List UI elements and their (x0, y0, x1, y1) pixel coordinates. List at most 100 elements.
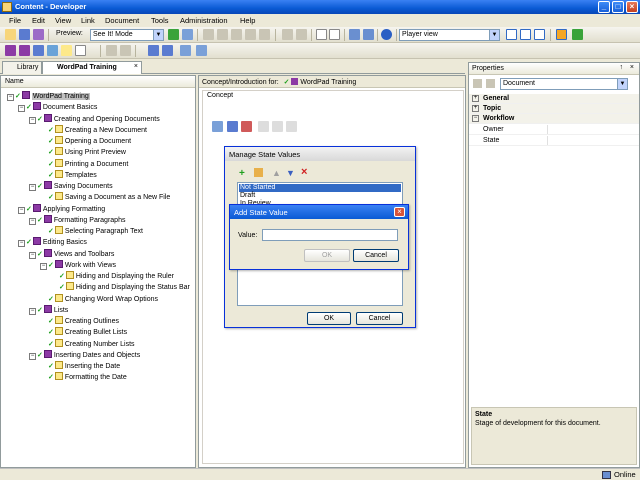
tree-node[interactable]: − ✓ Work with Views (40, 259, 116, 271)
unlink-icon[interactable] (196, 45, 207, 56)
cancel-button[interactable]: Cancel (356, 312, 403, 325)
categorized-icon[interactable] (473, 79, 482, 88)
tree-node[interactable]: ✓ Changing Word Wrap Options (40, 293, 158, 305)
tree-node[interactable]: − ✓ Views and Toolbars (29, 248, 114, 260)
layout-1-icon[interactable] (506, 29, 517, 40)
tree-node[interactable]: − ✓ Lists (29, 304, 68, 316)
tree-node[interactable]: ✓ Hiding and Displaying the Ruler (51, 271, 174, 282)
indent-icon[interactable] (120, 45, 131, 56)
menu-file[interactable]: File (9, 16, 21, 25)
edit-icon[interactable] (258, 121, 269, 132)
tree-node[interactable]: ✓ Creating Number Lists (40, 338, 135, 350)
cancel-button[interactable]: Cancel (353, 249, 399, 262)
close-icon[interactable]: × (394, 207, 405, 217)
tree-node[interactable]: ✓ Creating Bullet Lists (40, 327, 127, 338)
move-down-icon[interactable]: ▼ (286, 168, 295, 178)
new-topic-icon[interactable] (33, 45, 44, 56)
open-icon[interactable] (5, 29, 16, 40)
tree-node[interactable]: ✓ Formatting the Date (40, 372, 127, 383)
collapse-icon[interactable]: − (29, 251, 36, 259)
property-group-general[interactable]: + General (469, 94, 639, 104)
ok-button[interactable]: OK (307, 312, 351, 325)
redo-icon[interactable] (296, 29, 307, 40)
ok-button[interactable]: OK (304, 249, 350, 262)
rename-icon[interactable] (259, 29, 270, 40)
record-icon[interactable] (47, 45, 58, 56)
list-item[interactable]: Not Started (239, 184, 401, 192)
move-up-icon[interactable]: ▲ (272, 168, 281, 178)
cut-icon[interactable] (203, 29, 214, 40)
property-group-workflow[interactable]: − Workflow (469, 114, 639, 124)
question-icon[interactable] (75, 45, 86, 56)
link-icon[interactable] (212, 121, 223, 132)
delete-icon[interactable] (245, 29, 256, 40)
paste-icon[interactable] (231, 29, 242, 40)
menu-administration[interactable]: Administration (180, 16, 228, 25)
property-row-owner[interactable]: Owner (469, 125, 639, 135)
tab-wordpad-training[interactable]: WordPad Training × (42, 61, 142, 74)
collapse-icon[interactable]: − (18, 240, 25, 248)
layout-2-icon[interactable] (520, 29, 531, 40)
remove-link-icon[interactable] (241, 121, 252, 132)
tree-node[interactable]: ✓ Opening a Document (40, 136, 131, 147)
settings-icon[interactable] (272, 121, 283, 132)
property-value[interactable] (547, 136, 639, 145)
chevron-down-icon[interactable]: ▼ (617, 79, 627, 89)
move-down-icon[interactable] (162, 45, 173, 56)
link-icon[interactable] (180, 45, 191, 56)
expand-icon[interactable] (316, 29, 327, 40)
new-doc-icon[interactable] (182, 29, 193, 40)
tree-node[interactable]: − ✓ Saving Documents (29, 181, 113, 192)
replace-icon[interactable] (363, 29, 374, 40)
add-icon[interactable]: + (239, 168, 245, 179)
tree-node[interactable]: ✓ Templates (40, 169, 97, 181)
preview-icon[interactable] (286, 121, 297, 132)
collapse-icon[interactable]: − (18, 105, 25, 113)
chevron-down-icon[interactable]: ▼ (489, 30, 499, 40)
delete-icon[interactable]: × (301, 166, 307, 178)
undo-icon[interactable] (282, 29, 293, 40)
property-value[interactable] (547, 125, 639, 134)
tree-node[interactable]: ✓ Saving a Document as a New File (40, 192, 170, 203)
tree-node[interactable]: − ✓ Editing Basics (18, 237, 87, 248)
close-icon[interactable]: × (630, 64, 634, 71)
pin-icon[interactable]: ↑ (620, 64, 624, 71)
tree-node[interactable]: ✓ Selecting Paragraph Text (40, 226, 143, 237)
preview-mode-select[interactable]: See It! Mode ▼ (90, 29, 164, 41)
tree-node[interactable]: ✓ Inserting the Date (40, 361, 120, 372)
properties-icon[interactable] (556, 29, 567, 40)
tree-node[interactable]: − ✓ Formatting Paragraphs (29, 214, 125, 226)
collapse-icon[interactable]: − (40, 262, 47, 270)
player-view-select[interactable]: Player view ▼ (399, 29, 500, 41)
tree-node[interactable]: ✓ Creating Outlines (40, 316, 119, 327)
collapse-icon[interactable]: − (29, 184, 36, 191)
new-module-icon[interactable] (5, 45, 16, 56)
menu-document[interactable]: Document (105, 16, 139, 25)
copy-icon[interactable] (217, 29, 228, 40)
save-icon[interactable] (19, 29, 30, 40)
refresh-icon[interactable] (572, 29, 583, 40)
collapse-icon[interactable]: − (29, 352, 36, 360)
menu-help[interactable]: Help (240, 16, 255, 25)
close-window-button[interactable]: × (626, 1, 638, 13)
find-icon[interactable] (349, 29, 360, 40)
layout-3-icon[interactable] (534, 29, 545, 40)
tree-node[interactable]: − ✓ Document Basics (18, 102, 97, 113)
expand-icon[interactable]: + (472, 95, 479, 102)
collapse-icon[interactable]: − (29, 116, 36, 124)
sort-az-icon[interactable] (486, 79, 495, 88)
chevron-down-icon[interactable]: ▼ (153, 30, 163, 40)
tree-node[interactable]: ✓ Using Print Preview (40, 147, 126, 158)
expand-icon[interactable]: + (472, 105, 479, 112)
menu-edit[interactable]: Edit (32, 16, 45, 25)
new-section-icon[interactable] (19, 45, 30, 56)
collapse-icon[interactable]: − (29, 217, 36, 225)
collapse-icon[interactable] (329, 29, 340, 40)
collapse-icon[interactable]: − (472, 115, 479, 122)
move-up-icon[interactable] (148, 45, 159, 56)
property-object-select[interactable]: Document ▼ (500, 78, 628, 90)
collapse-icon[interactable]: − (29, 307, 36, 315)
outdent-icon[interactable] (106, 45, 117, 56)
menu-link[interactable]: Link (81, 16, 95, 25)
maximize-button[interactable]: □ (612, 1, 624, 13)
